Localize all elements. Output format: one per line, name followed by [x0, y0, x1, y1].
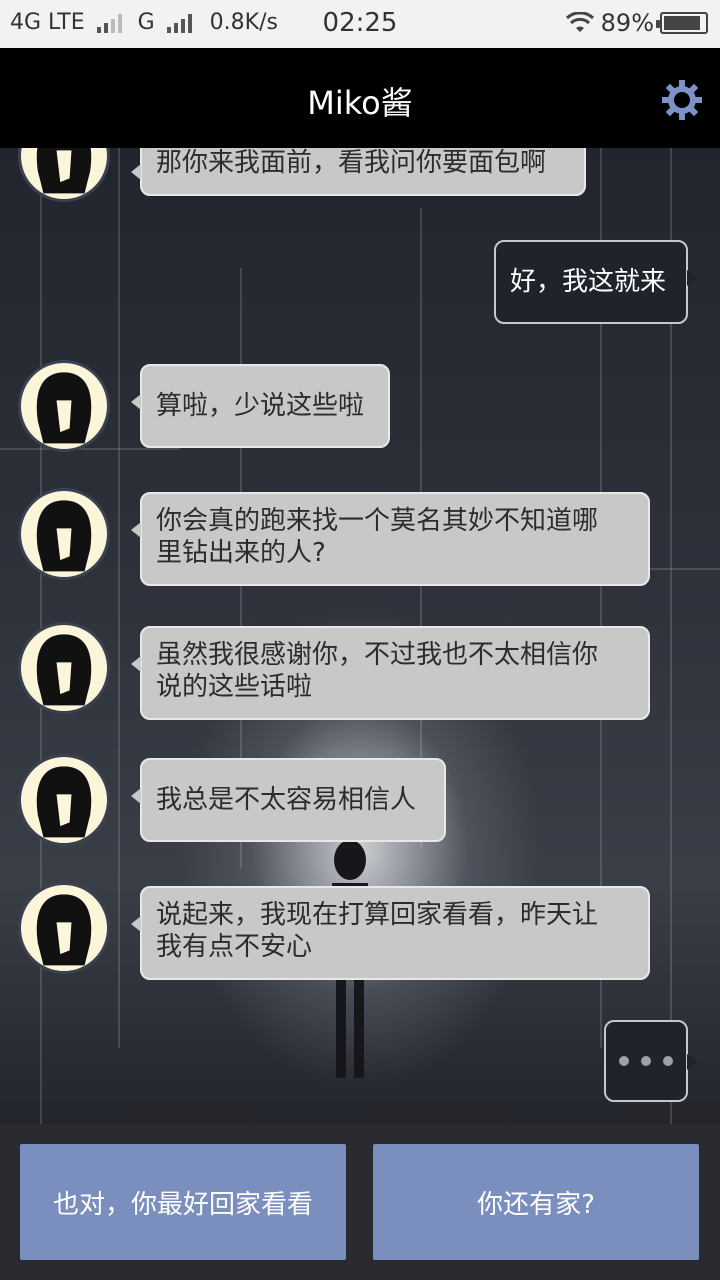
- avatar[interactable]: [18, 360, 110, 452]
- my-message-bubble: 好，我这就来: [494, 240, 697, 324]
- avatar-girl-icon: [36, 894, 92, 966]
- avatar-girl-icon: [36, 634, 92, 706]
- chat-area[interactable]: 那你来我面前，看我问你要面包啊 好，我这就来 算啦，少说这些啦 你会真的跑来找一…: [0, 148, 720, 1124]
- title-bar: Miko酱: [0, 48, 720, 148]
- avatar-girl-icon: [36, 148, 92, 194]
- message-text: 好，我这就来: [510, 267, 667, 297]
- message-bubble: 说起来，我现在打算回家看看，昨天让 我有点不安心: [131, 886, 650, 980]
- battery-percent: 89%: [600, 9, 654, 37]
- choice-button-2[interactable]: 你还有家?: [373, 1144, 699, 1260]
- avatar[interactable]: [18, 622, 110, 714]
- message-text: 那你来我面前，看我问你要面包啊: [156, 148, 547, 178]
- avatar-girl-icon: [36, 766, 92, 838]
- message-text: 算啦，少说这些啦: [156, 391, 365, 421]
- message-line-1: 你会真的跑来找一个莫名其妙不知道哪: [156, 506, 599, 536]
- gear-icon[interactable]: [660, 78, 704, 122]
- message-bubble: 那你来我面前，看我问你要面包啊: [131, 148, 586, 196]
- avatar[interactable]: [18, 882, 110, 974]
- typing-indicator: [604, 1020, 697, 1102]
- message-line-2: 里钻出来的人?: [156, 538, 326, 568]
- message-line-1: 虽然我很感谢你，不过我也不太相信你: [156, 640, 599, 670]
- message-line-2: 说的这些话啦: [156, 672, 313, 702]
- avatar[interactable]: [18, 754, 110, 846]
- ellipsis-dot: [641, 1056, 651, 1066]
- chat-title: Miko酱: [307, 84, 413, 122]
- ellipsis-dot: [663, 1056, 673, 1066]
- message-text: 我总是不太容易相信人: [156, 785, 417, 815]
- reply-choices-panel: 也对，你最好回家看看 你还有家?: [0, 1124, 720, 1280]
- avatar-girl-icon: [36, 500, 92, 572]
- choice-button-1[interactable]: 也对，你最好回家看看: [20, 1144, 346, 1260]
- ellipsis-dot: [619, 1056, 629, 1066]
- message-bubble: 虽然我很感谢你，不过我也不太相信你 说的这些话啦: [131, 626, 650, 720]
- message-bubble: 算啦，少说这些啦: [131, 364, 390, 448]
- avatar[interactable]: [18, 488, 110, 580]
- avatar-girl-icon: [36, 372, 92, 444]
- wifi-icon: [565, 12, 594, 32]
- message-line-1: 说起来，我现在打算回家看看，昨天让: [156, 900, 599, 930]
- status-bar: 4G LTE G 0.8K/s 02:25 89%: [0, 0, 720, 48]
- message-bubble: 你会真的跑来找一个莫名其妙不知道哪 里钻出来的人?: [131, 492, 650, 586]
- message-bubble: 我总是不太容易相信人: [131, 758, 446, 842]
- battery-icon: [656, 12, 708, 34]
- avatar[interactable]: [18, 148, 110, 202]
- message-line-2: 我有点不安心: [156, 932, 313, 962]
